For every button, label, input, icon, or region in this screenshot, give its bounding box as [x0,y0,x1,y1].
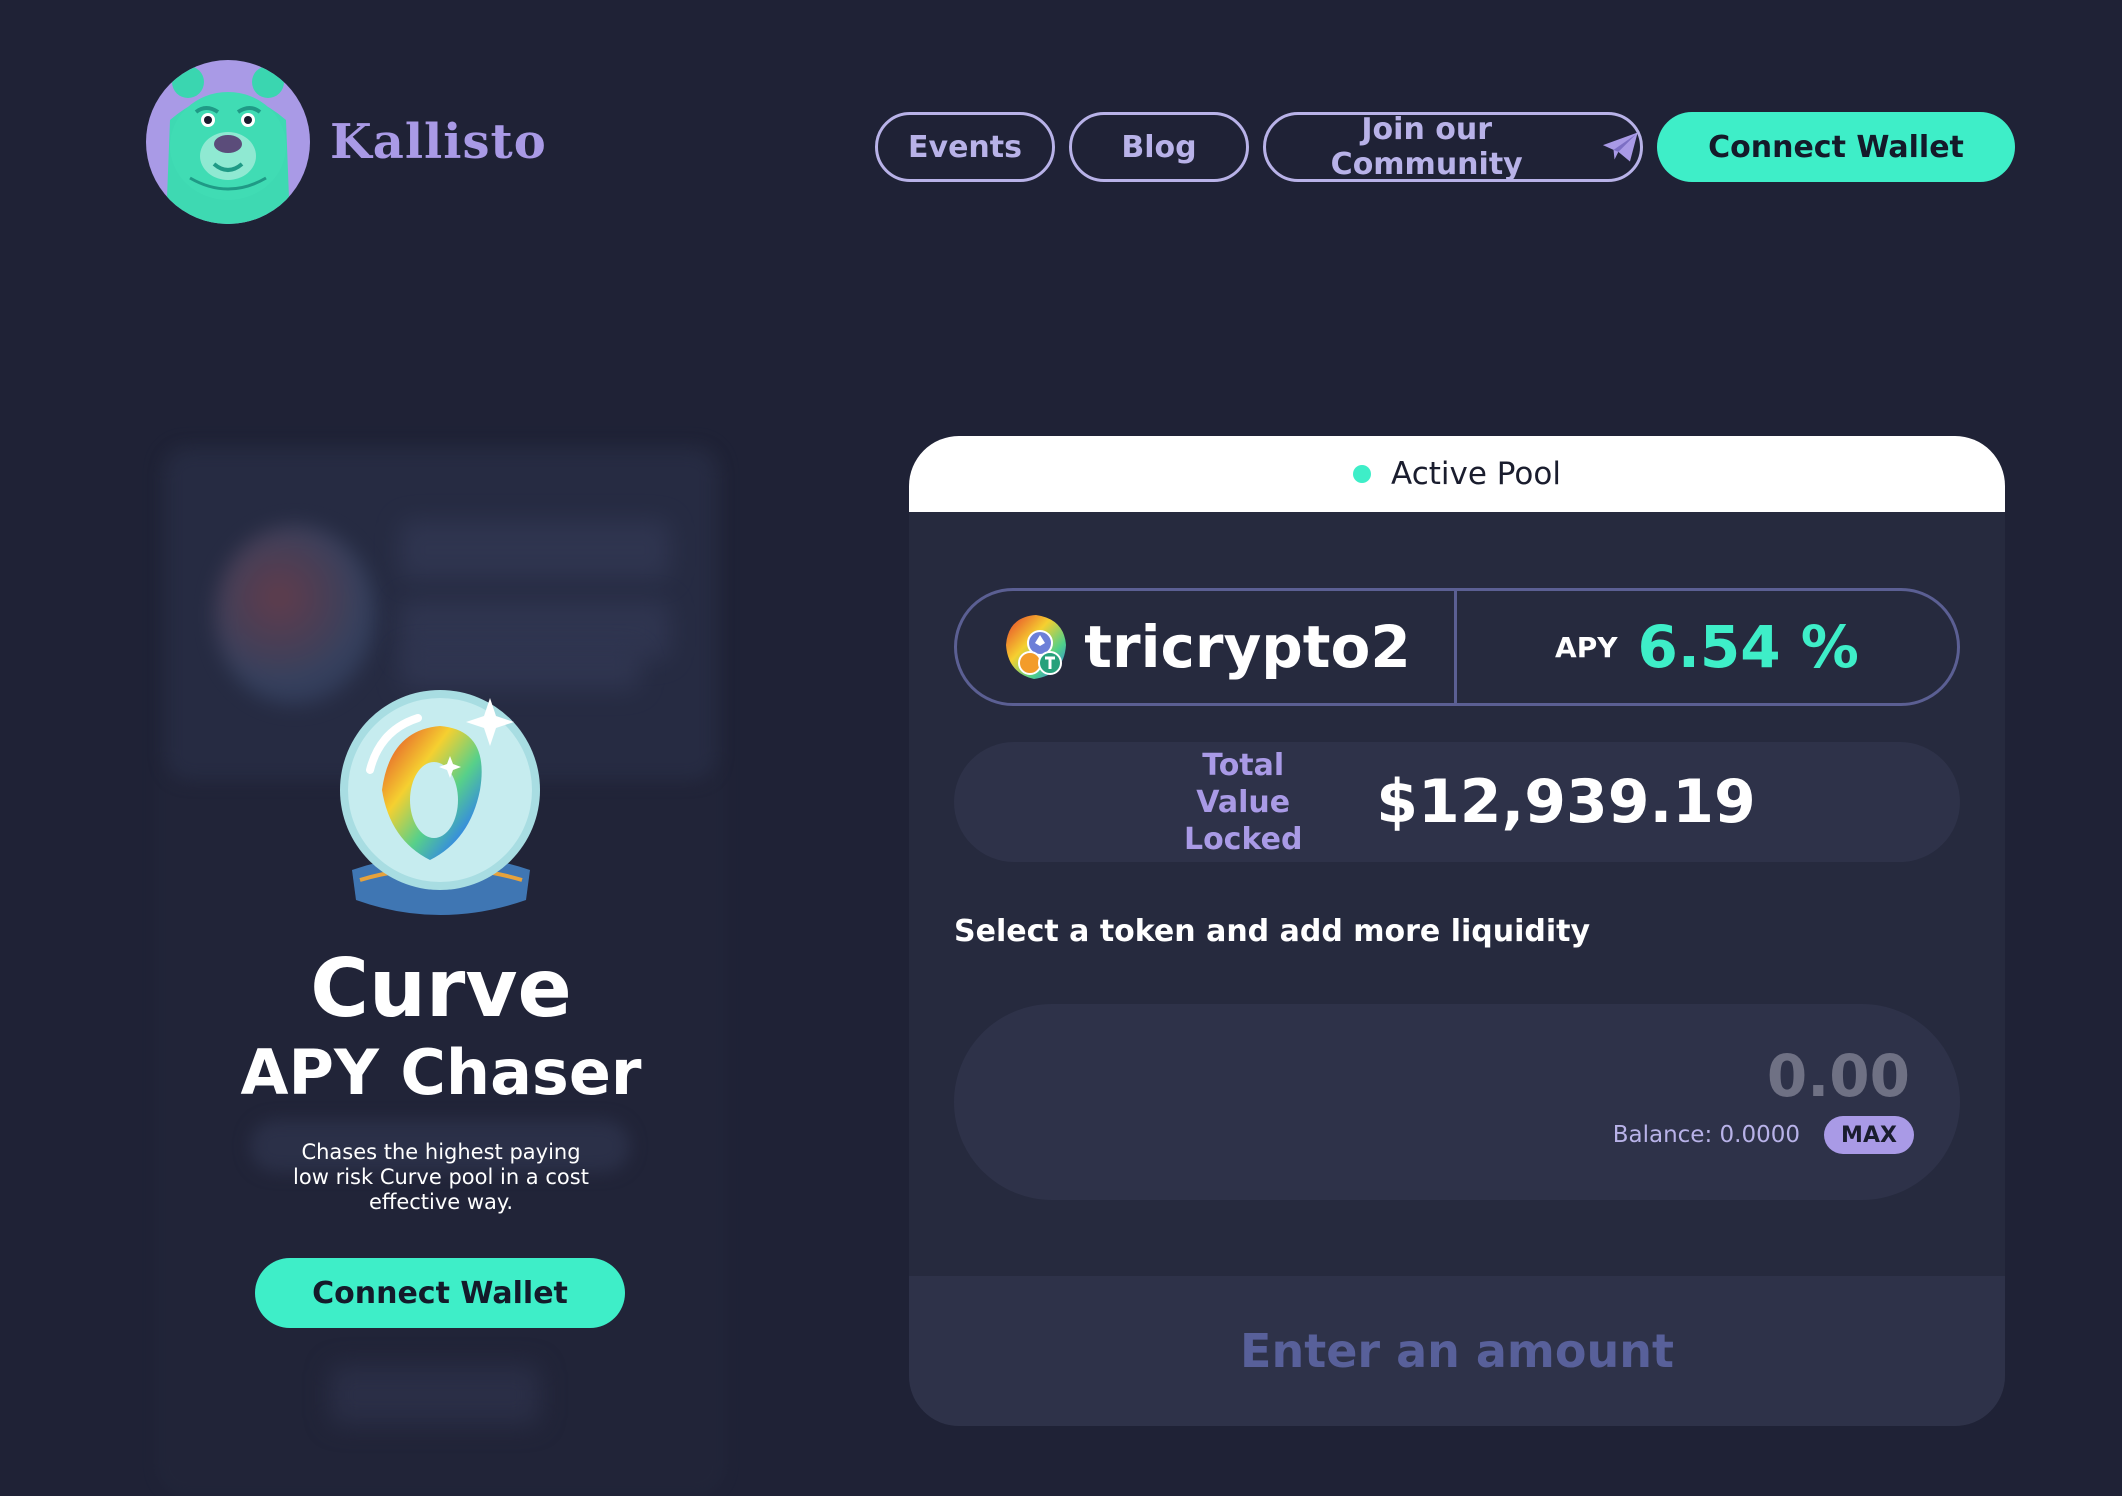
amount-input[interactable] [1510,1042,1910,1110]
amount-box: Balance: 0.0000 MAX [954,1004,1960,1200]
tricrypto-token-icon [1006,615,1067,679]
blurred-desc [400,650,640,690]
max-button[interactable]: MAX [1824,1116,1914,1154]
pool-name-cell: tricrypto2 [957,591,1457,703]
pool-status-header: Active Pool [909,436,2005,512]
balance-text: Balance: 0.0000 [1612,1122,1800,1148]
select-token-label: Select a token and add more liquidity [954,914,1591,949]
strategy-subtitle: APY Chaser [240,1036,642,1109]
tvl-label: Total Value Locked [1183,747,1303,857]
bear-logo-icon [146,60,310,224]
apy-label: APY [1555,630,1618,664]
strategy-connect-wallet-button[interactable]: Connect Wallet [255,1258,625,1328]
app-root: Kallisto Events Blog Join our Community … [0,0,2122,1496]
blog-button[interactable]: Blog [1069,112,1249,182]
pool-identity: tricrypto2 APY 6.54 % [954,588,1960,706]
join-community-label: Join our Community [1330,112,1523,182]
pool-name: tricrypto2 [1084,613,1411,681]
connect-wallet-button[interactable]: Connect Wallet [1657,112,2015,182]
strategy-title: Curve [310,942,572,1035]
join-community-button[interactable]: Join our Community [1263,112,1643,182]
brand-name: Kallisto [330,114,547,170]
enter-amount-button[interactable]: Enter an amount [909,1276,2005,1426]
status-dot-icon [1353,465,1372,483]
events-button[interactable]: Events [875,112,1055,182]
strategy-description: Chases the highest paying low risk Curve… [293,1140,589,1214]
apy-value: 6.54 % [1637,613,1859,681]
pool-panel: Active Pool tricrypto2 APY 6.54 % Total … [909,436,2005,1426]
crystal-ball-icon [340,690,540,915]
blurred-title [400,520,670,580]
logo[interactable]: Kallisto [146,60,547,224]
pool-status: Active Pool [1391,456,1561,492]
blurred-percent [330,1365,540,1425]
top-nav: Events Blog Join our Community [875,112,1643,182]
pool-apy-cell: APY 6.54 % [1457,591,1957,703]
blurred-ball [215,525,375,705]
tvl-box: Total Value Locked $12,939.19 [954,742,1960,862]
telegram-icon [1603,132,1639,162]
tvl-value: $12,939.19 [1376,767,1756,837]
